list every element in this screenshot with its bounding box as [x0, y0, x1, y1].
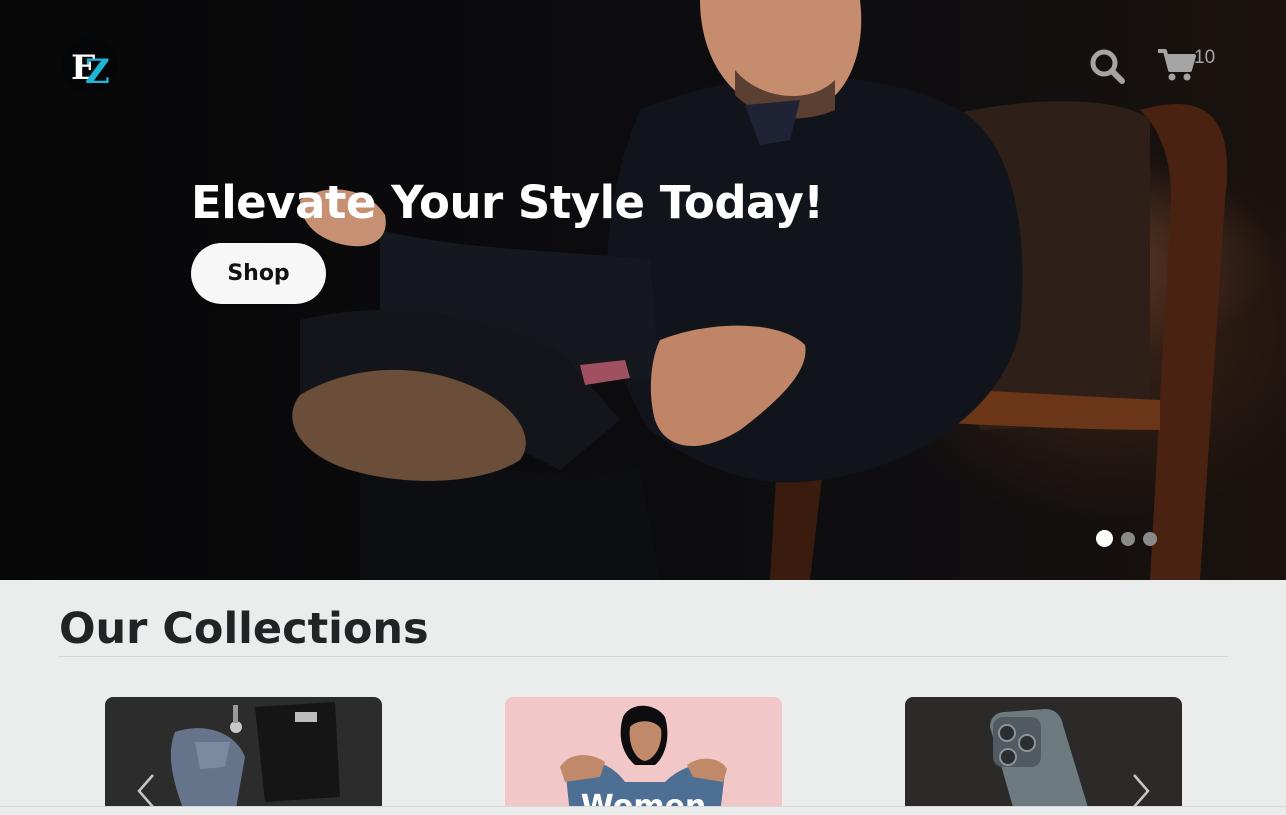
section-divider — [59, 656, 1228, 657]
cart-count-badge: 10 — [1194, 47, 1216, 68]
carousel-indicators — [1096, 530, 1157, 547]
collection-card-women[interactable]: Women — [505, 697, 782, 814]
search-icon — [1090, 49, 1125, 84]
search-button[interactable] — [1088, 47, 1128, 85]
carousel-dot-2[interactable] — [1121, 531, 1135, 546]
shop-button[interactable]: Shop — [191, 243, 326, 304]
carousel-prev-button[interactable] — [135, 773, 157, 809]
hero-image — [292, 0, 1228, 580]
svg-text:Z: Z — [85, 52, 110, 91]
hero-banner: E Z 10 Elevate Your Style Today! Shop — [0, 0, 1286, 580]
chevron-right-icon — [1133, 774, 1150, 808]
cart-icon — [1158, 49, 1196, 81]
logo-icon: E Z — [71, 48, 110, 91]
cart-button[interactable] — [1156, 46, 1198, 84]
hero-title: Elevate Your Style Today! — [191, 176, 824, 229]
brand-logo[interactable]: E Z — [62, 38, 118, 94]
carousel-dot-1[interactable] — [1096, 530, 1113, 547]
chevron-left-icon — [137, 774, 154, 808]
carousel-dot-3[interactable] — [1143, 531, 1157, 546]
carousel-next-button[interactable] — [1130, 773, 1152, 809]
collections-title: Our Collections — [59, 604, 429, 654]
